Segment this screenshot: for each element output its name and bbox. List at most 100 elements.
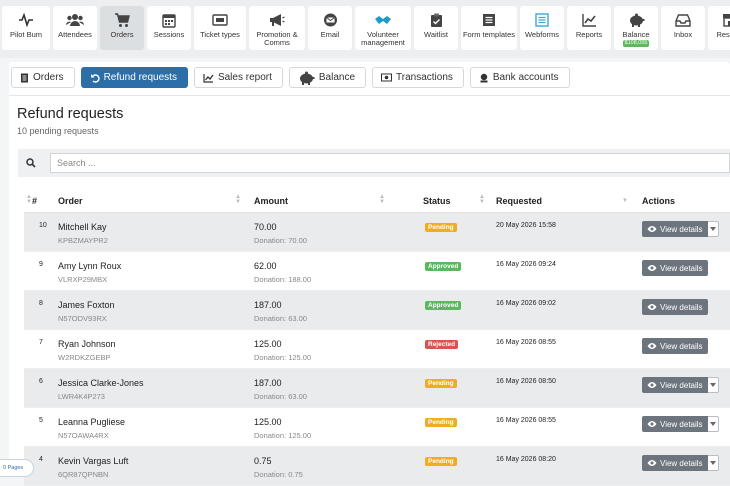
tab-label: Refund requests xyxy=(103,72,177,83)
tab-bank-accounts[interactable]: Bank accounts xyxy=(469,67,570,88)
toolbar-email-button[interactable]: Email xyxy=(308,6,352,50)
store-icon xyxy=(722,12,730,28)
receipt-icon xyxy=(20,73,29,83)
actions-dropdown-toggle[interactable] xyxy=(707,377,719,393)
view-details-button[interactable]: View details xyxy=(642,260,708,276)
sort-icon[interactable]: ▲ ▼ xyxy=(379,194,385,205)
search-icon[interactable] xyxy=(26,158,42,168)
refund-amount: 70.00 xyxy=(254,222,277,232)
toolbar-label: Ticket types xyxy=(200,30,240,39)
actions-dropdown-toggle[interactable] xyxy=(707,455,719,471)
sort-icon[interactable]: ▲ ▼ xyxy=(479,194,485,205)
toolbar-attendees-button[interactable]: Attendees xyxy=(53,6,97,50)
status-badge: Rejected xyxy=(425,340,459,349)
toolbar-volunteer-management-button[interactable]: Volunteer management xyxy=(355,6,411,50)
toolbar-orders-button[interactable]: Orders xyxy=(100,6,144,50)
header-order[interactable]: Order xyxy=(58,196,83,206)
donation-amount: Donation: 63.00 xyxy=(254,314,307,323)
header-status[interactable]: Status xyxy=(423,196,451,206)
tab-transactions[interactable]: Transactions xyxy=(372,67,464,88)
sort-icon[interactable]: ▲ ▼ xyxy=(235,194,241,205)
toolbar-label: Pilot Bum xyxy=(9,30,43,39)
row-number: 6 xyxy=(39,378,43,385)
view-details-group: View details xyxy=(642,221,719,237)
status-badge: Pending xyxy=(425,379,457,388)
clipboard-icon xyxy=(430,12,443,28)
pulse-icon xyxy=(18,12,34,28)
donation-amount: Donation: 70.00 xyxy=(254,236,307,245)
header-requested[interactable]: Requested xyxy=(496,196,542,206)
row-number: 10 xyxy=(39,222,47,229)
view-details-label: View details xyxy=(660,341,703,351)
actions-dropdown-toggle[interactable] xyxy=(707,416,719,432)
sort-desc-icon[interactable]: ▼ xyxy=(622,198,628,204)
tab-refund-requests[interactable]: Refund requests xyxy=(80,67,188,88)
view-details-button[interactable]: View details xyxy=(642,299,708,315)
tab-orders[interactable]: Orders xyxy=(11,67,75,88)
table-row: 9 Amy Lynn Roux VLRXP29MBX 62.00 Donation: 1… xyxy=(24,252,730,291)
view-details-button[interactable]: View details xyxy=(642,377,708,393)
order-code: KPBZMAYPR2 xyxy=(58,236,108,245)
tab-sales-report[interactable]: Sales report xyxy=(193,67,283,88)
header-amount[interactable]: Amount xyxy=(254,196,288,206)
tab-balance[interactable]: Balance xyxy=(288,67,367,88)
refund-amount: 187.00 xyxy=(254,300,282,310)
pages-indicator[interactable]: 0 Pages xyxy=(0,459,34,477)
eye-icon xyxy=(647,225,657,233)
row-number: 9 xyxy=(39,261,43,268)
list-icon xyxy=(482,12,496,28)
requested-date: 16 May 2026 08:55 xyxy=(496,339,556,346)
cart-icon xyxy=(114,12,130,28)
view-details-label: View details xyxy=(660,302,703,312)
toolbar-label: Inbox xyxy=(673,30,693,39)
toolbar-form-templates-button[interactable]: Form templates xyxy=(461,6,517,50)
toolbar-sessions-button[interactable]: Sessions xyxy=(147,6,191,50)
toolbar-label: Form templates xyxy=(462,30,516,39)
search-input[interactable] xyxy=(49,153,730,173)
eye-icon xyxy=(647,303,657,311)
status-badge: Pending xyxy=(425,223,457,232)
view-details-button[interactable]: View details xyxy=(642,455,708,471)
toolbar-balance-button[interactable]: Balance $108,055 xyxy=(614,6,658,50)
view-details-label: View details xyxy=(660,458,703,468)
row-number: 7 xyxy=(39,339,43,346)
tab-label: Balance xyxy=(318,72,356,83)
toolbar-label: Reports xyxy=(575,30,603,39)
customer-name: Leanna Pugliese xyxy=(58,417,126,427)
toolbar-reports-button[interactable]: Reports xyxy=(567,6,611,50)
row-number: 4 xyxy=(39,456,43,463)
view-details-button[interactable]: View details xyxy=(642,221,708,237)
header-num[interactable]: # xyxy=(32,196,37,206)
view-details-button[interactable]: View details xyxy=(642,416,708,432)
row-number: 8 xyxy=(39,300,43,307)
search-bar xyxy=(18,149,730,177)
caret-down-icon xyxy=(709,422,716,426)
toolbar-webforms-button[interactable]: Webforms xyxy=(520,6,564,50)
tab-label: Bank accounts xyxy=(492,72,559,83)
megaphone-icon xyxy=(269,12,285,28)
users-icon xyxy=(66,12,84,28)
toolbar-promotion-comms-button[interactable]: Promotion & Comms xyxy=(249,6,305,50)
view-details-button[interactable]: View details xyxy=(642,338,708,354)
requested-date: 16 May 2026 08:50 xyxy=(496,378,556,385)
pages-label: 0 Pages xyxy=(3,465,24,471)
caret-down-icon xyxy=(709,383,716,387)
requested-date: 20 May 2026 15:58 xyxy=(496,222,556,229)
toolbar-pilot-bum-button[interactable]: Pilot Bum xyxy=(2,6,50,50)
donation-amount: Donation: 188.00 xyxy=(254,275,312,284)
actions-dropdown-toggle[interactable] xyxy=(707,221,719,237)
main-panel: Orders Refund requests Sales report Balance… xyxy=(9,62,730,486)
toolbar-label: Waitlist xyxy=(424,30,448,39)
customer-name: Kevin Vargas Luft xyxy=(58,456,129,466)
customer-name: James Foxton xyxy=(58,300,115,310)
order-code: W2RDKZGEBP xyxy=(58,353,111,362)
caret-down-icon xyxy=(709,227,716,231)
toolbar-resales-button[interactable]: Resales xyxy=(708,6,730,50)
refund-amount: 125.00 xyxy=(254,339,282,349)
toolbar-ticket-types-button[interactable]: Ticket types xyxy=(194,6,246,50)
eye-icon xyxy=(647,264,657,272)
sub-tabs: Orders Refund requests Sales report Balance… xyxy=(9,62,730,96)
row-number: 5 xyxy=(39,417,43,424)
toolbar-waitlist-button[interactable]: Waitlist xyxy=(414,6,458,50)
toolbar-inbox-button[interactable]: Inbox xyxy=(661,6,705,50)
